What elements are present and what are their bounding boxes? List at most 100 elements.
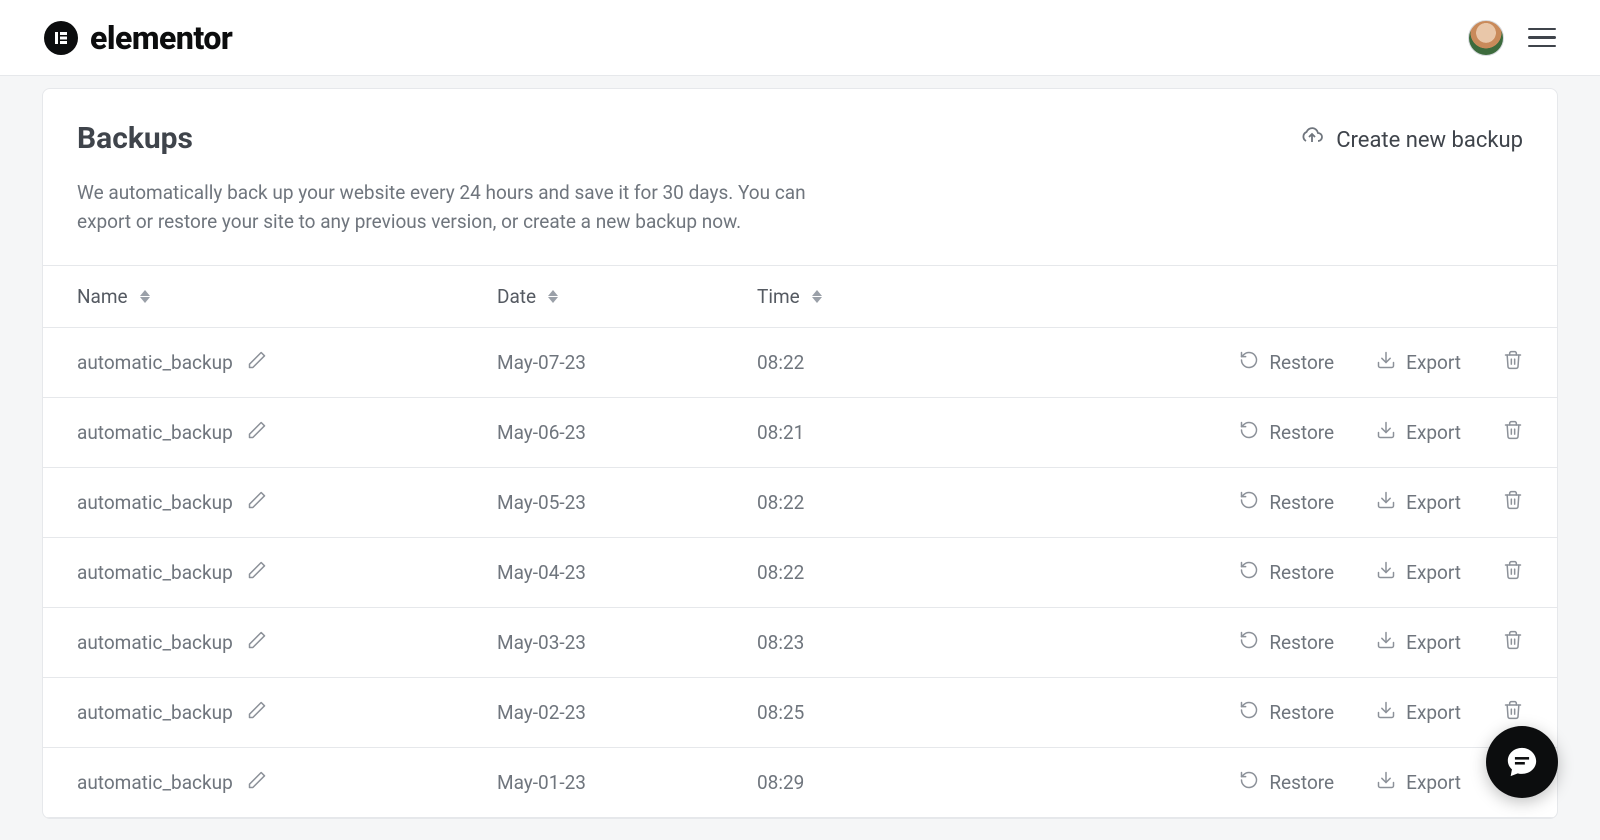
column-name-label: Name bbox=[77, 285, 128, 308]
trash-icon bbox=[1503, 633, 1523, 656]
restore-icon bbox=[1239, 770, 1259, 795]
trash-icon bbox=[1503, 423, 1523, 446]
backup-name: automatic_backup bbox=[77, 771, 233, 794]
table-body: automatic_backup May-07-23 08:22 Restore Exp… bbox=[43, 328, 1557, 818]
restore-label: Restore bbox=[1269, 351, 1334, 374]
pencil-icon[interactable] bbox=[247, 700, 267, 725]
time-cell: 08:23 bbox=[757, 631, 1239, 654]
export-label: Export bbox=[1406, 421, 1461, 444]
backup-name: automatic_backup bbox=[77, 561, 233, 584]
restore-label: Restore bbox=[1269, 701, 1334, 724]
export-label: Export bbox=[1406, 701, 1461, 724]
export-label: Export bbox=[1406, 631, 1461, 654]
restore-label: Restore bbox=[1269, 561, 1334, 584]
backup-name: automatic_backup bbox=[77, 421, 233, 444]
delete-button[interactable] bbox=[1503, 349, 1523, 376]
trash-icon bbox=[1503, 703, 1523, 726]
brand-logo[interactable]: elementor bbox=[44, 19, 232, 57]
delete-button[interactable] bbox=[1503, 559, 1523, 586]
restore-icon bbox=[1239, 700, 1259, 725]
restore-icon bbox=[1239, 490, 1259, 515]
name-cell: automatic_backup bbox=[77, 700, 497, 725]
restore-button[interactable]: Restore bbox=[1239, 700, 1334, 725]
create-backup-button[interactable]: Create new backup bbox=[1300, 121, 1523, 153]
date-cell: May-03-23 bbox=[497, 631, 757, 654]
top-bar: elementor bbox=[0, 0, 1600, 76]
column-date-label: Date bbox=[497, 285, 536, 308]
hamburger-menu-icon[interactable] bbox=[1528, 28, 1556, 48]
name-cell: automatic_backup bbox=[77, 350, 497, 375]
column-header-date[interactable]: Date bbox=[497, 285, 757, 308]
row-actions: Restore Export bbox=[1239, 419, 1523, 446]
backups-card: Backups We automatically back up your we… bbox=[42, 88, 1558, 819]
export-button[interactable]: Export bbox=[1376, 560, 1461, 585]
trash-icon bbox=[1503, 563, 1523, 586]
column-header-time[interactable]: Time bbox=[757, 285, 1523, 308]
backup-name: automatic_backup bbox=[77, 351, 233, 374]
chat-icon bbox=[1505, 745, 1539, 779]
export-button[interactable]: Export bbox=[1376, 350, 1461, 375]
cloud-upload-icon bbox=[1300, 127, 1324, 153]
download-icon bbox=[1376, 490, 1396, 515]
create-backup-label: Create new backup bbox=[1336, 128, 1523, 153]
delete-button[interactable] bbox=[1503, 419, 1523, 446]
export-button[interactable]: Export bbox=[1376, 490, 1461, 515]
download-icon bbox=[1376, 700, 1396, 725]
export-button[interactable]: Export bbox=[1376, 700, 1461, 725]
date-cell: May-04-23 bbox=[497, 561, 757, 584]
page-description: We automatically back up your website ev… bbox=[77, 178, 857, 237]
pencil-icon[interactable] bbox=[247, 490, 267, 515]
chat-fab[interactable] bbox=[1486, 726, 1558, 798]
name-cell: automatic_backup bbox=[77, 630, 497, 655]
restore-button[interactable]: Restore bbox=[1239, 420, 1334, 445]
restore-label: Restore bbox=[1269, 421, 1334, 444]
card-header: Backups We automatically back up your we… bbox=[43, 89, 1557, 265]
delete-button[interactable] bbox=[1503, 629, 1523, 656]
table-header: Name Date Time bbox=[43, 266, 1557, 328]
download-icon bbox=[1376, 420, 1396, 445]
pencil-icon[interactable] bbox=[247, 350, 267, 375]
time-cell: 08:22 bbox=[757, 491, 1239, 514]
restore-button[interactable]: Restore bbox=[1239, 630, 1334, 655]
page-content: Backups We automatically back up your we… bbox=[0, 76, 1600, 819]
name-cell: automatic_backup bbox=[77, 420, 497, 445]
restore-button[interactable]: Restore bbox=[1239, 490, 1334, 515]
export-button[interactable]: Export bbox=[1376, 770, 1461, 795]
table-row: automatic_backupMay-07-2308:22RestoreExp… bbox=[43, 328, 1557, 398]
user-avatar[interactable] bbox=[1468, 20, 1504, 56]
restore-label: Restore bbox=[1269, 491, 1334, 514]
date-cell: May-07-23 bbox=[497, 351, 757, 374]
column-header-name[interactable]: Name bbox=[77, 285, 497, 308]
pencil-icon[interactable] bbox=[247, 420, 267, 445]
table-row: automatic_backupMay-04-2308:22RestoreExp… bbox=[43, 538, 1557, 608]
backup-name: automatic_backup bbox=[77, 491, 233, 514]
sort-icon bbox=[140, 290, 150, 303]
elementor-logo-icon bbox=[44, 21, 78, 55]
row-actions: Restore Export bbox=[1239, 699, 1523, 726]
export-button[interactable]: Export bbox=[1376, 420, 1461, 445]
restore-label: Restore bbox=[1269, 771, 1334, 794]
restore-button[interactable]: Restore bbox=[1239, 770, 1334, 795]
column-time-label: Time bbox=[757, 285, 800, 308]
pencil-icon[interactable] bbox=[247, 560, 267, 585]
restore-icon bbox=[1239, 350, 1259, 375]
table-row: automatic_backup May-03-2308:23 Restore Exp… bbox=[43, 608, 1557, 678]
header-text-block: Backups We automatically back up your we… bbox=[77, 121, 857, 237]
pencil-icon[interactable] bbox=[247, 770, 267, 795]
backup-name: automatic_backup bbox=[77, 631, 233, 654]
delete-button[interactable] bbox=[1503, 489, 1523, 516]
export-button[interactable]: Export bbox=[1376, 630, 1461, 655]
table-row: automatic_backupMay-01-2308:29RestoreExp… bbox=[43, 748, 1557, 818]
restore-button[interactable]: Restore bbox=[1239, 560, 1334, 585]
restore-label: Restore bbox=[1269, 631, 1334, 654]
brand-name: elementor bbox=[90, 19, 232, 57]
row-actions: Restore Export bbox=[1239, 349, 1523, 376]
date-cell: May-02-23 bbox=[497, 701, 757, 724]
download-icon bbox=[1376, 560, 1396, 585]
restore-button[interactable]: Restore bbox=[1239, 350, 1334, 375]
pencil-icon[interactable] bbox=[247, 630, 267, 655]
sort-icon bbox=[548, 290, 558, 303]
row-actions: Restore Export bbox=[1239, 489, 1523, 516]
delete-button[interactable] bbox=[1503, 699, 1523, 726]
trash-icon bbox=[1503, 353, 1523, 376]
